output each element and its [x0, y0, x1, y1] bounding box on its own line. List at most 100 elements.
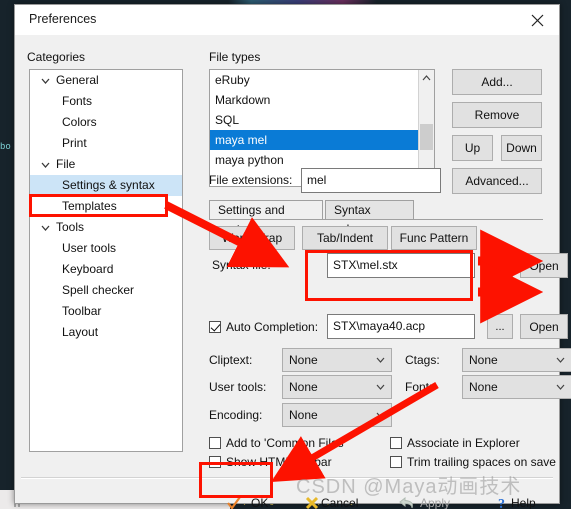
chevron-down-icon[interactable] — [39, 154, 51, 175]
syntax-file-open-button[interactable]: Open — [520, 253, 568, 278]
tab-indent-button[interactable]: Tab/Indent — [302, 226, 388, 250]
add-to-common-files-checkbox[interactable]: Add to 'Common Files' — [209, 436, 346, 450]
checkbox-box — [209, 437, 221, 449]
checkbox-box — [390, 437, 402, 449]
category-item-user-tools[interactable]: User tools — [30, 238, 182, 259]
file-type-label: maya mel — [215, 133, 268, 147]
file-type-item[interactable]: eRuby — [210, 70, 434, 90]
file-type-label: eRuby — [215, 73, 250, 87]
chevron-down-icon — [556, 349, 565, 371]
preferences-dialog: Preferences Categories General Fonts Color… — [14, 4, 571, 509]
category-item-general[interactable]: General — [30, 70, 182, 91]
category-item-label: Keyboard — [62, 262, 114, 276]
move-up-button[interactable]: Up — [452, 135, 493, 161]
cliptext-label: Cliptext: — [209, 353, 253, 367]
chevron-down-icon — [376, 376, 385, 398]
category-item-fonts[interactable]: Fonts — [30, 91, 182, 112]
checkbox-box — [209, 321, 221, 333]
scrollbar-thumb[interactable] — [420, 124, 433, 150]
ctags-dropdown[interactable]: None — [462, 348, 571, 372]
watermark: CSDN @Maya动画技术 — [296, 476, 522, 498]
category-item-file[interactable]: File — [30, 154, 182, 175]
category-item-label: Tools — [56, 220, 85, 234]
advanced-button[interactable]: Advanced... — [452, 168, 542, 194]
ok-button-label: OK — [251, 496, 269, 509]
file-type-item[interactable]: Markdown — [210, 90, 434, 110]
chevron-down-icon[interactable] — [39, 217, 51, 238]
remove-button[interactable]: Remove — [452, 102, 542, 128]
chevron-down-icon — [376, 404, 385, 426]
file-type-label: maya python — [215, 153, 284, 167]
category-item-label: Colors — [62, 115, 97, 129]
category-item-tools[interactable]: Tools — [30, 217, 182, 238]
category-item-toolbar[interactable]: Toolbar — [30, 301, 182, 322]
category-item-keyboard[interactable]: Keyboard — [30, 259, 182, 280]
category-item-label: Settings & syntax — [62, 178, 155, 192]
user-tools-label: User tools: — [209, 380, 267, 394]
syntax-file-browse-button[interactable]: ... — [487, 253, 513, 278]
file-type-item[interactable]: SQL — [210, 110, 434, 130]
category-item-label: Layout — [62, 325, 99, 339]
associate-in-explorer-label: Associate in Explorer — [407, 436, 520, 450]
add-to-common-files-label: Add to 'Common Files' — [226, 436, 346, 450]
func-pattern-button[interactable]: Func Pattern — [391, 226, 477, 250]
tab-settings-and-syntax[interactable]: Settings and syntax — [209, 200, 323, 236]
chevron-up-icon[interactable] — [419, 70, 434, 85]
dialog-titlebar: Preferences — [15, 5, 559, 36]
file-type-item[interactable]: maya python — [210, 150, 434, 170]
dialog-body: Categories General Fonts Colors Print File Se… — [15, 36, 571, 509]
syntax-file-input[interactable]: STX\mel.stx — [327, 253, 475, 278]
user-tools-value: None — [289, 380, 318, 394]
encoding-dropdown[interactable]: None — [282, 403, 392, 427]
show-html-toolbar-checkbox[interactable]: Show HTML toolbar — [209, 455, 332, 469]
ctags-label: Ctags: — [405, 353, 440, 367]
auto-completion-open-button[interactable]: Open — [520, 314, 568, 339]
categories-label: Categories — [27, 50, 86, 64]
categories-tree[interactable]: General Fonts Colors Print File Settings & sy… — [29, 69, 183, 452]
auto-completion-input[interactable]: STX\maya40.acp — [327, 314, 475, 339]
category-item-label: General — [56, 73, 99, 87]
category-item-print[interactable]: Print — [30, 133, 182, 154]
dialog-title: Preferences — [29, 12, 97, 26]
checkbox-box — [390, 456, 402, 468]
category-item-label: Toolbar — [62, 304, 102, 318]
cliptext-dropdown[interactable]: None — [282, 348, 392, 372]
category-item-spell-checker[interactable]: Spell checker — [30, 280, 182, 301]
ctags-value: None — [469, 353, 498, 367]
category-item-label: Fonts — [62, 94, 93, 108]
associate-in-explorer-checkbox[interactable]: Associate in Explorer — [390, 436, 520, 450]
check-icon — [223, 493, 245, 509]
file-extensions-label: File extensions: — [209, 173, 293, 187]
auto-completion-checkbox[interactable]: Auto Completion: — [209, 320, 318, 334]
auto-completion-label: Auto Completion: — [226, 320, 319, 334]
editor-left-gutter-text: bo — [0, 142, 11, 152]
encoding-value: None — [289, 408, 318, 422]
syntax-file-label: Syntax file: — [212, 258, 271, 272]
category-item-layout[interactable]: Layout — [30, 322, 182, 343]
show-html-toolbar-label: Show HTML toolbar — [226, 455, 332, 469]
ok-button[interactable]: OK — [217, 488, 283, 509]
file-type-item[interactable]: maya mel — [210, 130, 434, 150]
file-types-label: File types — [209, 50, 261, 64]
category-item-label: Print — [62, 136, 87, 150]
font-dropdown[interactable]: None — [462, 375, 571, 399]
user-tools-dropdown[interactable]: None — [282, 375, 392, 399]
category-item-label: User tools — [62, 241, 117, 255]
file-extensions-input[interactable]: mel — [301, 168, 441, 193]
chevron-down-icon — [556, 376, 565, 398]
category-item-templates[interactable]: Templates — [30, 196, 182, 217]
tab-syntax-colors[interactable]: Syntax colors — [325, 200, 414, 236]
chevron-down-icon — [376, 349, 385, 371]
chevron-down-icon[interactable] — [39, 70, 51, 91]
trim-trailing-spaces-checkbox[interactable]: Trim trailing spaces on save — [390, 455, 556, 469]
tab-bar: Settings and syntax Syntax colors — [209, 200, 543, 236]
add-button[interactable]: Add... — [452, 69, 542, 95]
move-down-button[interactable]: Down — [501, 135, 542, 161]
close-icon[interactable] — [515, 5, 559, 35]
font-label: Font: — [405, 380, 433, 394]
category-item-settings-syntax[interactable]: Settings & syntax — [30, 175, 182, 196]
category-item-colors[interactable]: Colors — [30, 112, 182, 133]
category-item-label: File — [56, 157, 76, 171]
auto-completion-browse-button[interactable]: ... — [487, 314, 513, 339]
word-wrap-button[interactable]: Word Wrap — [209, 226, 295, 250]
